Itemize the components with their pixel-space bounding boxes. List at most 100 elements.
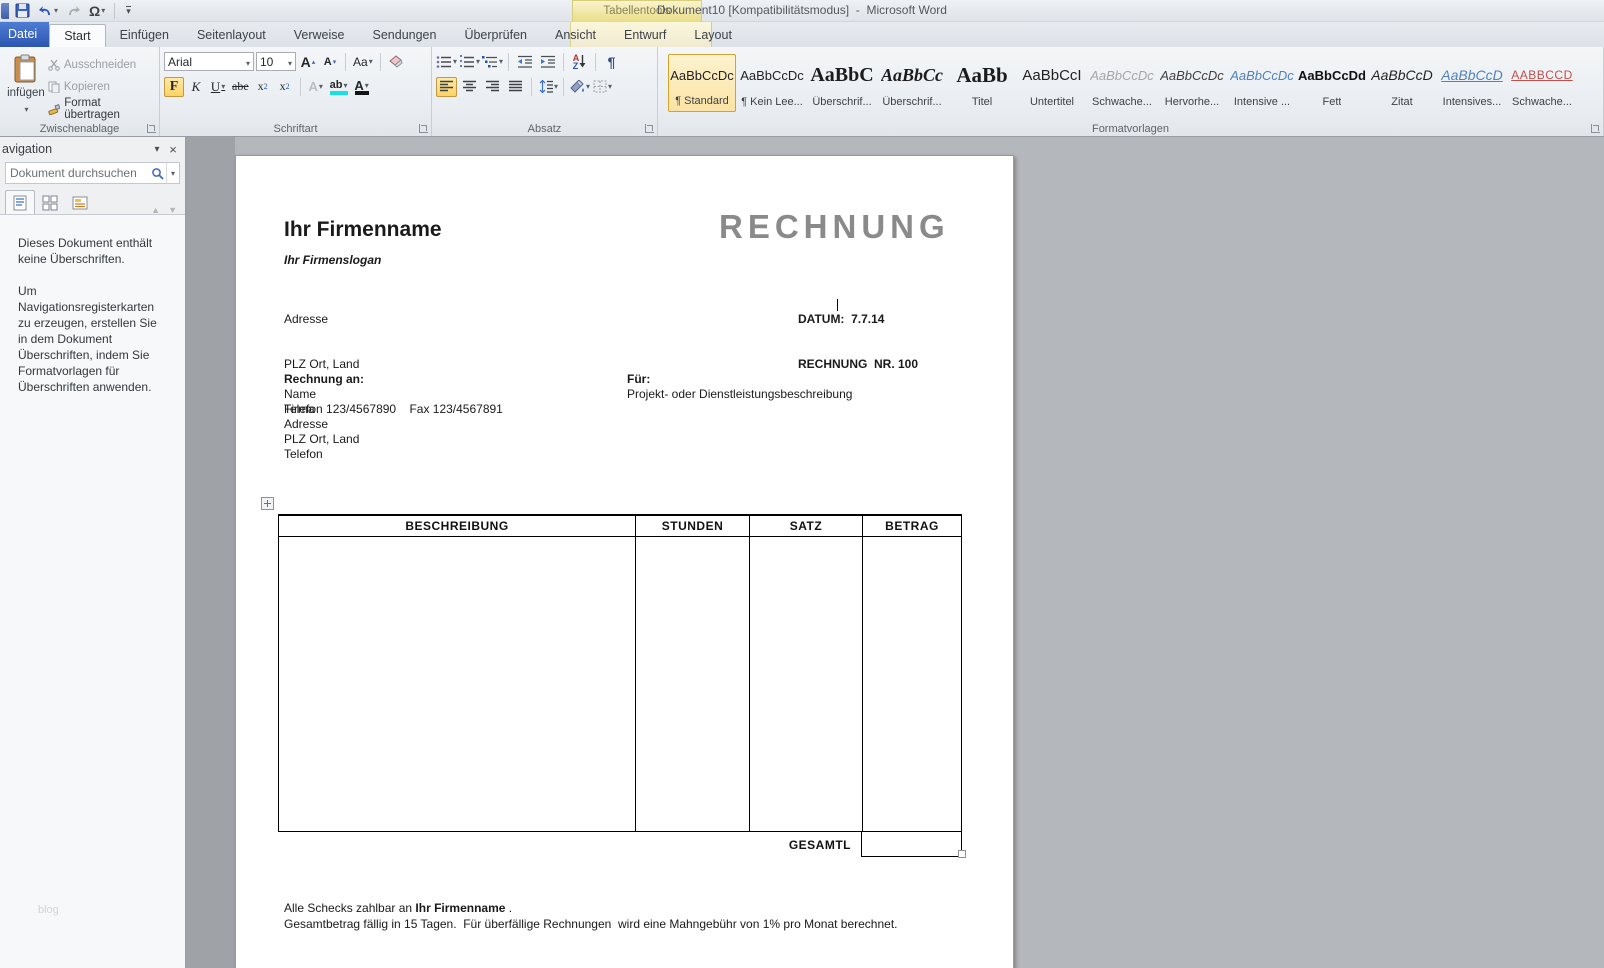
tab-ansicht[interactable]: Ansicht bbox=[541, 24, 610, 47]
table-cell[interactable] bbox=[635, 537, 749, 831]
search-results-icon bbox=[72, 195, 88, 211]
column-header[interactable]: BETRAG bbox=[862, 516, 961, 536]
clear-formatting-button[interactable] bbox=[386, 52, 406, 72]
column-header[interactable]: SATZ bbox=[749, 516, 862, 536]
shrink-font-button[interactable]: A bbox=[320, 52, 340, 72]
search-options-icon[interactable]: ▾ bbox=[166, 163, 179, 183]
table-header-row: BESCHREIBUNG STUNDEN SATZ BETRAG bbox=[278, 514, 962, 537]
style-zitat[interactable]: AaBbCcD Zitat bbox=[1368, 54, 1436, 112]
highlight-color-button[interactable]: ab bbox=[328, 77, 350, 97]
shading-button[interactable] bbox=[569, 77, 590, 97]
table-body-row[interactable] bbox=[278, 537, 962, 832]
tab-start[interactable]: Start bbox=[49, 24, 105, 47]
italic-button[interactable]: K bbox=[186, 77, 206, 97]
style-hervorhebung[interactable]: AaBbCcDc Hervorhe... bbox=[1158, 54, 1226, 112]
style-kein-leerraum[interactable]: AaBbCcDc ¶ Kein Lee... bbox=[738, 54, 806, 112]
tab-layout[interactable]: Layout bbox=[680, 24, 746, 47]
align-left-button[interactable] bbox=[436, 77, 457, 97]
table-cell[interactable] bbox=[862, 537, 961, 831]
tab-ueberpruefen[interactable]: Überprüfen bbox=[450, 24, 541, 47]
font-name-combo[interactable]: Arial bbox=[164, 52, 254, 71]
document-canvas[interactable]: Ihr Firmenname RECHNUNG Ihr Firmenslogan… bbox=[186, 137, 1604, 968]
for-block[interactable]: Für: Projekt- oder Dienstleistungsbeschr… bbox=[627, 372, 852, 402]
column-header[interactable]: STUNDEN bbox=[635, 516, 749, 536]
superscript-button[interactable]: x2 bbox=[275, 77, 295, 97]
align-center-button[interactable] bbox=[459, 77, 480, 97]
strikethrough-button[interactable]: abe bbox=[230, 77, 251, 97]
table-resize-handle[interactable] bbox=[958, 850, 966, 858]
tab-seitenlayout[interactable]: Seitenlayout bbox=[183, 24, 280, 47]
no-headings-text: Dieses Dokument enthält keine Überschrif… bbox=[18, 235, 169, 267]
invoice-table[interactable]: BESCHREIBUNG STUNDEN SATZ BETRAG GESAMTL bbox=[278, 514, 962, 857]
change-case-button[interactable]: Aa bbox=[351, 52, 375, 72]
terms-note[interactable]: Gesamtbetrag fällig in 15 Tagen. Für übe… bbox=[284, 917, 898, 931]
subscript-button[interactable]: x2 bbox=[253, 77, 273, 97]
paste-button[interactable]: infügen bbox=[4, 50, 48, 120]
text-effects-button[interactable]: A bbox=[306, 77, 326, 97]
tab-datei[interactable]: Datei bbox=[0, 22, 49, 47]
tab-verweise[interactable]: Verweise bbox=[280, 24, 359, 47]
decrease-indent-button[interactable] bbox=[514, 52, 535, 72]
style-untertitel[interactable]: AaBbCcI Untertitel bbox=[1018, 54, 1086, 112]
borders-button[interactable] bbox=[592, 77, 613, 97]
close-icon[interactable]: × bbox=[165, 142, 181, 157]
company-slogan[interactable]: Ihr Firmenslogan bbox=[284, 253, 381, 267]
multilevel-list-button[interactable] bbox=[482, 52, 503, 72]
copy-button[interactable]: Kopieren bbox=[48, 78, 155, 96]
total-amount-cell[interactable] bbox=[861, 831, 962, 857]
table-move-handle[interactable] bbox=[261, 497, 274, 510]
tab-browse-results[interactable] bbox=[65, 190, 95, 215]
navigation-options-icon[interactable]: ▾ bbox=[149, 144, 165, 155]
bullets-button[interactable] bbox=[436, 52, 457, 72]
style-fett[interactable]: AaBbCcDd Fett bbox=[1298, 54, 1366, 112]
column-header[interactable]: BESCHREIBUNG bbox=[279, 516, 635, 536]
tab-entwurf[interactable]: Entwurf bbox=[610, 24, 680, 47]
styles-gallery: AaBbCcDc ¶ Standard AaBbCcDc ¶ Kein Lee.… bbox=[662, 50, 1599, 112]
line-spacing-button[interactable] bbox=[537, 77, 558, 97]
document-page[interactable]: Ihr Firmenname RECHNUNG Ihr Firmenslogan… bbox=[235, 155, 1014, 968]
style-intensive-hervorhebung[interactable]: AaBbCcDc Intensive ... bbox=[1228, 54, 1296, 112]
payable-to-name: Ihr Firmenname bbox=[415, 901, 505, 915]
dialog-launcher-icon[interactable] bbox=[1591, 124, 1600, 133]
format-painter-button[interactable]: Format übertragen bbox=[48, 100, 155, 118]
search-box[interactable]: ▾ bbox=[5, 162, 180, 184]
tab-browse-pages[interactable] bbox=[35, 190, 65, 215]
dialog-launcher-icon[interactable] bbox=[147, 124, 156, 133]
style-ueberschrift-1[interactable]: AaBbC Überschrif... bbox=[808, 54, 876, 112]
company-name[interactable]: Ihr Firmenname bbox=[284, 218, 442, 242]
search-input[interactable] bbox=[6, 166, 149, 180]
paste-dropdown-icon[interactable] bbox=[23, 99, 28, 117]
grow-font-button[interactable]: A bbox=[298, 52, 318, 72]
bill-to-block[interactable]: Rechnung an: Name Firma Adresse PLZ Ort,… bbox=[284, 372, 364, 462]
tab-sendungen[interactable]: Sendungen bbox=[359, 24, 451, 47]
payment-note[interactable]: Alle Schecks zahlbar an Ihr Firmenname . bbox=[284, 901, 512, 915]
group-label: Formatvorlagen bbox=[658, 123, 1603, 135]
group-label: Absatz bbox=[432, 123, 657, 135]
dialog-launcher-icon[interactable] bbox=[645, 124, 654, 133]
bold-button[interactable]: F bbox=[164, 77, 184, 97]
style-schwacher-verweis[interactable]: AABBCCD Schwache... bbox=[1508, 54, 1576, 112]
tab-einfuegen[interactable]: Einfügen bbox=[106, 24, 183, 47]
sort-button[interactable]: A Z bbox=[569, 52, 590, 72]
align-right-button[interactable] bbox=[482, 77, 503, 97]
increase-indent-button[interactable] bbox=[537, 52, 558, 72]
numbering-button[interactable] bbox=[459, 52, 480, 72]
style-standard[interactable]: AaBbCcDc ¶ Standard bbox=[668, 54, 736, 112]
justify-button[interactable] bbox=[505, 77, 526, 97]
font-color-button[interactable]: A bbox=[352, 77, 372, 97]
dialog-launcher-icon[interactable] bbox=[419, 124, 428, 133]
show-formatting-button[interactable]: ¶ bbox=[601, 52, 622, 72]
font-size-combo[interactable]: 10 bbox=[256, 52, 296, 71]
style-titel[interactable]: AaBb Titel bbox=[948, 54, 1016, 112]
cut-button[interactable]: Ausschneiden bbox=[48, 56, 155, 74]
style-schwache-hervorhebung[interactable]: AaBbCcDc Schwache... bbox=[1088, 54, 1156, 112]
invoice-heading[interactable]: RECHNUNG bbox=[719, 208, 950, 246]
tab-browse-headings[interactable] bbox=[5, 190, 35, 215]
underline-button[interactable]: U bbox=[208, 77, 228, 97]
style-ueberschrift-2[interactable]: AaBbCc Überschrif... bbox=[878, 54, 946, 112]
style-intensives-zitat[interactable]: AaBbCcD Intensives... bbox=[1438, 54, 1506, 112]
table-cell[interactable] bbox=[279, 537, 635, 831]
search-icon[interactable] bbox=[149, 167, 166, 180]
total-label[interactable]: GESAMTL bbox=[748, 832, 861, 857]
table-cell[interactable] bbox=[749, 537, 862, 831]
